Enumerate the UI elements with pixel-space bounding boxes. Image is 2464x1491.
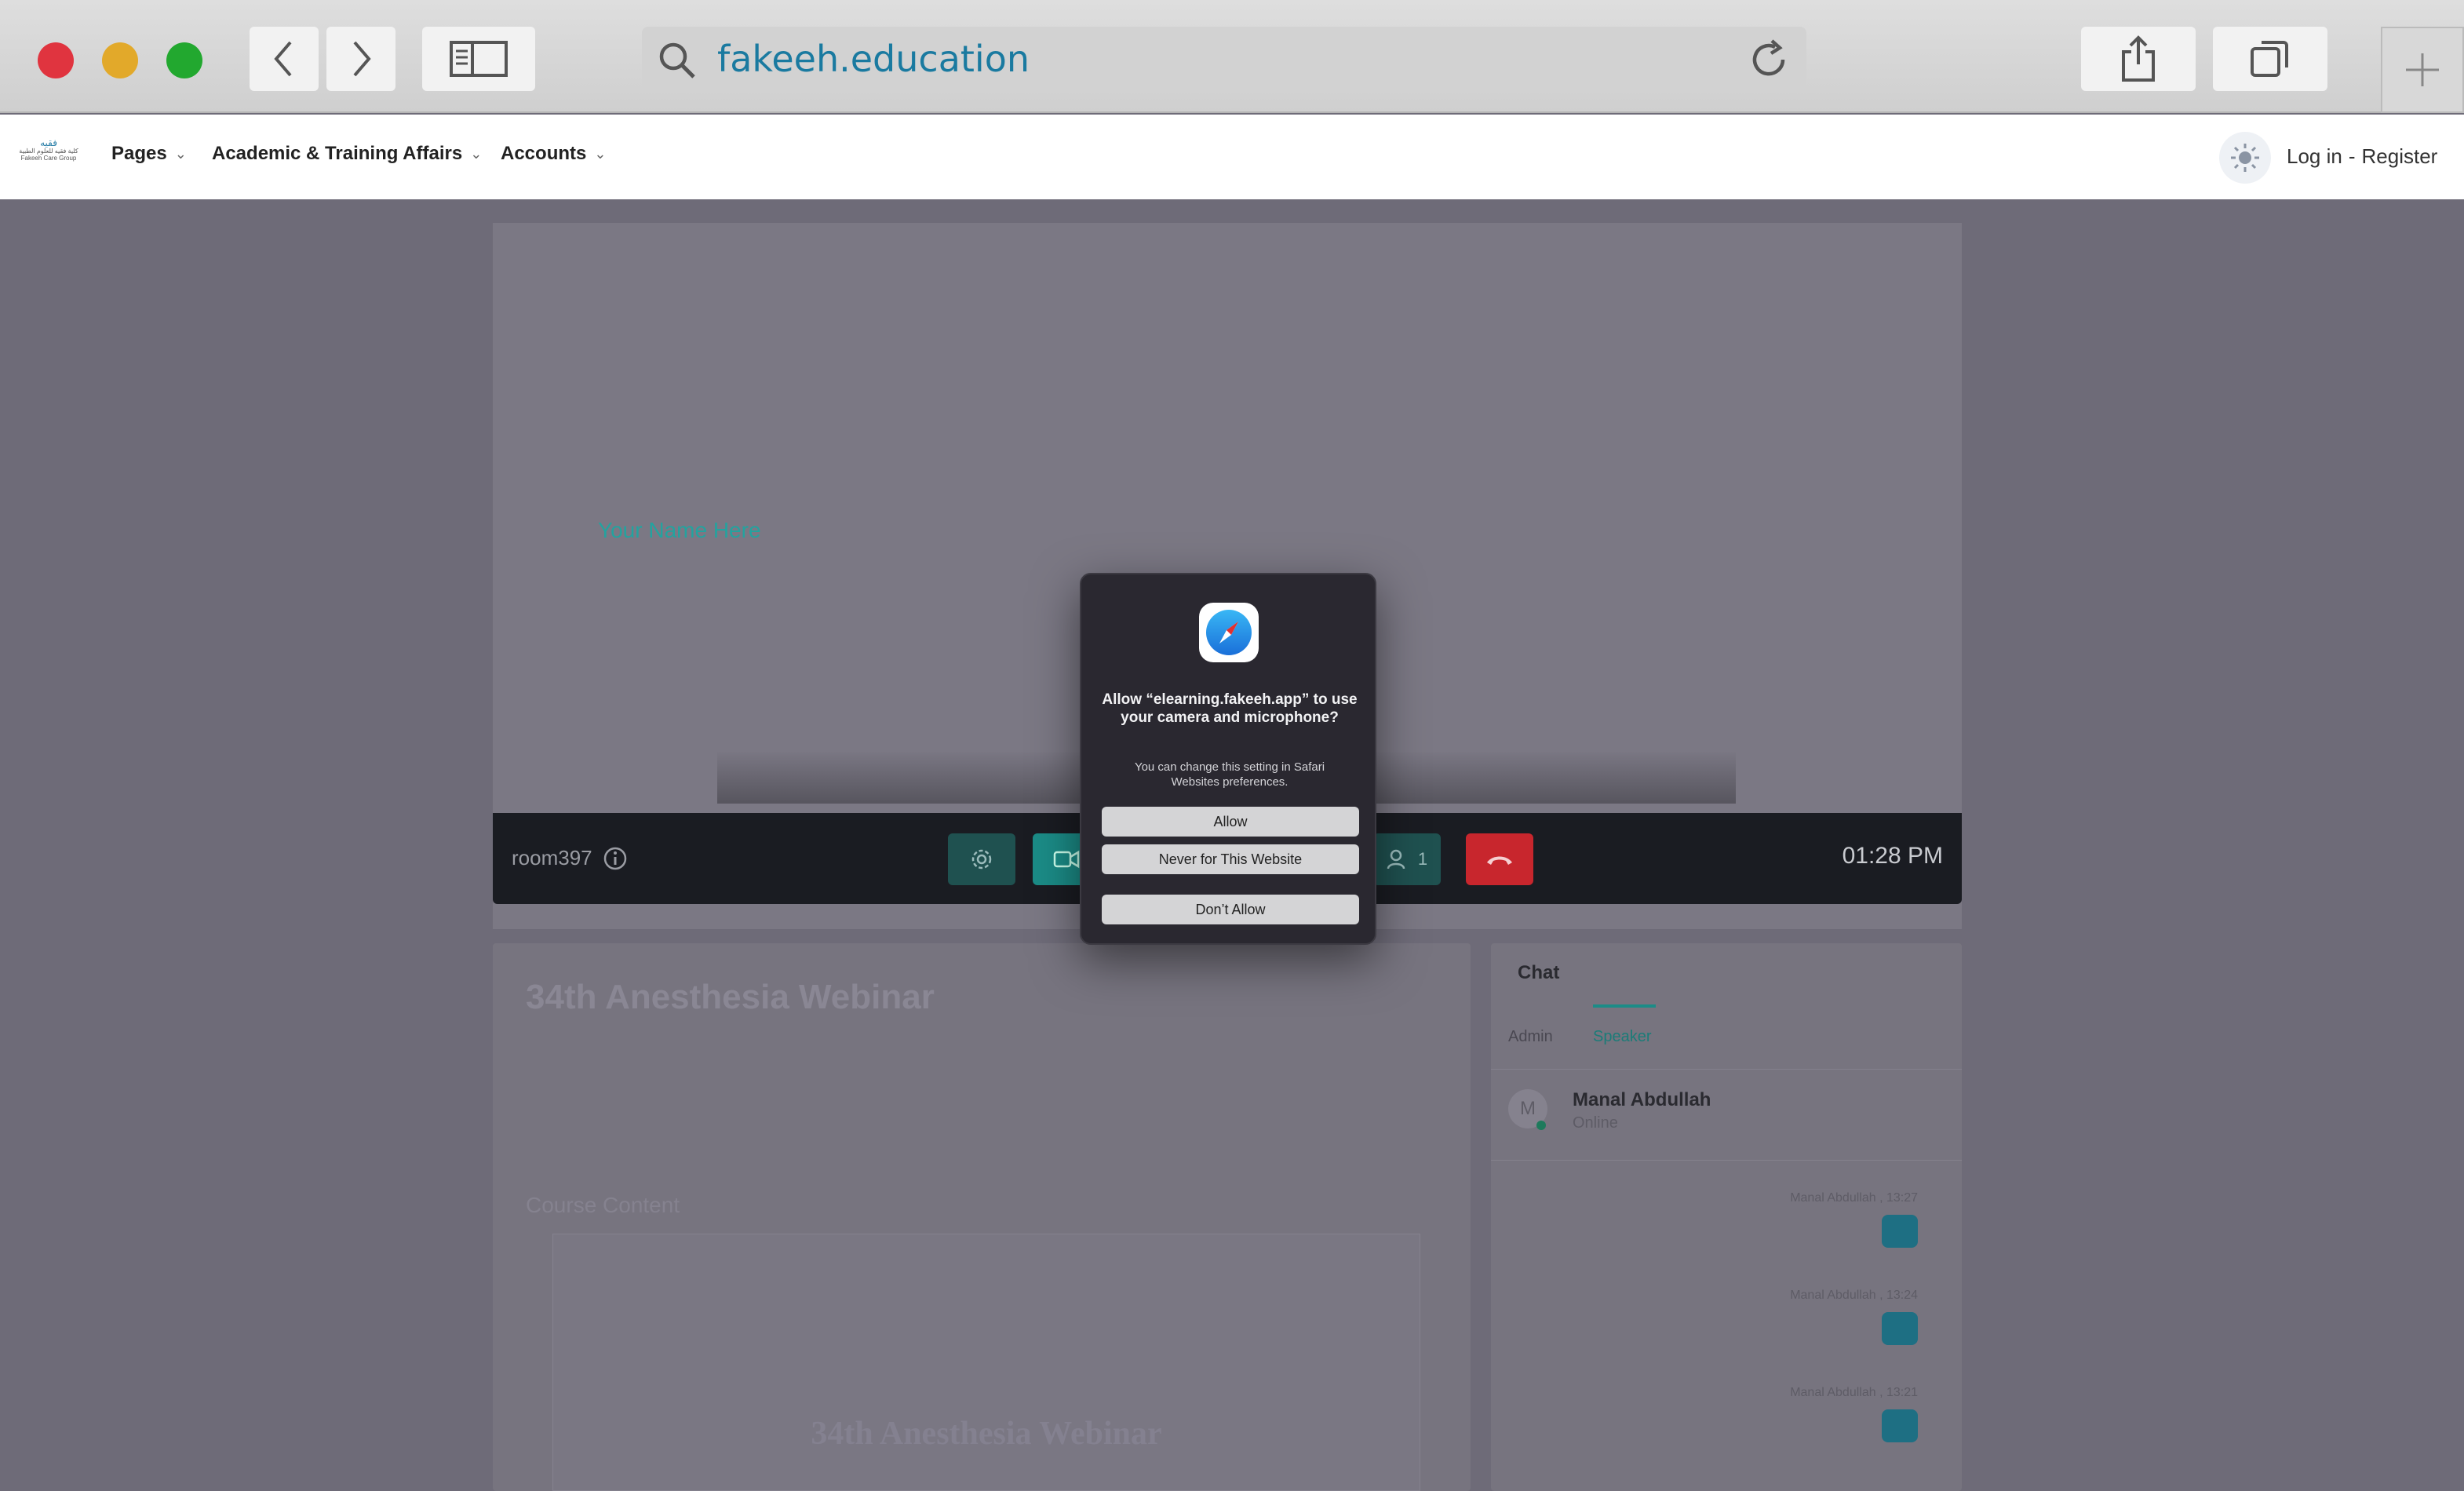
camera-permission-dialog: Allow “elearning.fakeeh.app” to use your… — [1080, 573, 1376, 945]
chat-message: Manal Abdullah , 13:27 — [1790, 1191, 1918, 1248]
info-icon[interactable] — [603, 846, 628, 871]
browser-toolbar: fakeeh.education — [0, 0, 2464, 113]
reload-icon[interactable] — [1748, 38, 1792, 82]
nav-label: Accounts — [501, 143, 587, 164]
chat-user-name: Manal Abdullah — [1573, 1089, 1711, 1110]
auth-links: Log in - Register — [2287, 144, 2437, 169]
nav-label: Pages — [111, 143, 167, 164]
hangup-button[interactable] — [1466, 833, 1533, 885]
chat-user-status: Online — [1573, 1114, 1618, 1132]
search-icon — [659, 42, 695, 78]
name-overlay: Your Name Here — [598, 518, 761, 542]
tab-admin[interactable]: Admin — [1508, 1028, 1553, 1046]
message-bubble — [1882, 1312, 1918, 1345]
back-button[interactable] — [250, 27, 319, 91]
course-title: 34th Anesthesia Webinar — [526, 978, 935, 1016]
chat-message: Manal Abdullah , 13:24 — [1790, 1289, 1918, 1345]
chat-panel: Chat Admin Speaker M Manal Abdullah Onli… — [1491, 943, 1962, 1491]
nav-label: Academic & Training Affairs — [212, 143, 463, 164]
sidebar-icon — [450, 41, 508, 77]
course-card: 34th Anesthesia Webinar Course Content 3… — [493, 943, 1471, 1491]
nav-accounts[interactable]: Accounts ⌄ — [501, 143, 606, 165]
online-dot — [1536, 1121, 1546, 1130]
compass-icon — [1206, 610, 1252, 655]
chevron-down-icon: ⌄ — [174, 145, 187, 162]
chat-tab-indicator — [1593, 1004, 1656, 1008]
allow-button[interactable]: Allow — [1102, 807, 1359, 837]
call-time: 01:28 PM — [1842, 843, 1943, 869]
theme-toggle-button[interactable] — [2219, 132, 2271, 184]
message-bubble — [1882, 1409, 1918, 1442]
zoom-window-button[interactable] — [166, 42, 202, 78]
video-camera-icon — [1053, 850, 1080, 869]
forward-button[interactable] — [326, 27, 395, 91]
address-bar[interactable]: fakeeh.education — [642, 27, 1806, 91]
slide-preview: 34th Anesthesia Webinar — [552, 1234, 1420, 1491]
chevron-down-icon: ⌄ — [470, 145, 483, 162]
course-content-heading: Course Content — [526, 1193, 680, 1217]
chat-message: Manal Abdullah , 13:21 — [1790, 1386, 1918, 1442]
chevron-down-icon: ⌄ — [594, 145, 607, 162]
message-meta: Manal Abdullah , 13:27 — [1790, 1191, 1918, 1205]
slide-title: 34th Anesthesia Webinar — [811, 1416, 1162, 1452]
tabs-overview-button[interactable] — [2213, 27, 2327, 91]
participants-count: 1 — [1417, 849, 1428, 869]
dialog-title: Allow “elearning.fakeeh.app” to use your… — [1102, 691, 1358, 726]
forward-icon — [353, 41, 371, 77]
register-link[interactable]: Register — [2362, 144, 2438, 169]
login-link[interactable]: Log in — [2287, 144, 2342, 169]
url-text: fakeeh.education — [717, 38, 1030, 80]
never-for-this-website-button[interactable]: Never for This Website — [1102, 844, 1359, 874]
message-bubble — [1882, 1215, 1918, 1248]
sun-icon — [2231, 144, 2259, 172]
participants-button[interactable]: 1 — [1373, 833, 1441, 885]
gear-icon — [971, 849, 992, 869]
dont-allow-button[interactable]: Don’t Allow — [1102, 895, 1359, 924]
share-button[interactable] — [2081, 27, 2196, 91]
close-window-button[interactable] — [38, 42, 74, 78]
fakeeh-logo[interactable]: فقيه كلية فقيه للعلوم الطبية Fakeeh Care… — [16, 137, 82, 162]
tab-speaker[interactable]: Speaker — [1593, 1028, 1652, 1046]
dialog-subtitle: You can change this setting in Safari We… — [1134, 760, 1325, 789]
nav-pages[interactable]: Pages ⌄ — [111, 143, 187, 165]
sidebar-toggle-button[interactable] — [422, 27, 535, 91]
back-icon — [274, 41, 292, 77]
message-meta: Manal Abdullah , 13:21 — [1790, 1386, 1918, 1399]
new-tab-icon — [2406, 53, 2439, 86]
message-meta: Manal Abdullah , 13:24 — [1790, 1289, 1918, 1302]
new-tab-button[interactable] — [2381, 27, 2464, 113]
divider — [1491, 1069, 1962, 1070]
safari-app-icon — [1199, 603, 1259, 662]
room-name: room397 — [512, 846, 592, 869]
separator: - — [2348, 144, 2356, 168]
minimize-window-button[interactable] — [102, 42, 138, 78]
divider — [1491, 1160, 1962, 1161]
settings-button[interactable] — [948, 833, 1015, 885]
tabs-icon — [2251, 41, 2288, 77]
site-navbar: فقيه كلية فقيه للعلوم الطبية Fakeeh Care… — [0, 115, 2464, 199]
phone-hangup-icon — [1487, 856, 1512, 865]
share-icon — [2122, 35, 2155, 82]
people-icon — [1387, 849, 1405, 869]
logo-text: Fakeeh Care Group — [20, 154, 77, 162]
chat-title: Chat — [1518, 962, 1560, 983]
nav-academic-training[interactable]: Academic & Training Affairs ⌄ — [212, 143, 482, 165]
